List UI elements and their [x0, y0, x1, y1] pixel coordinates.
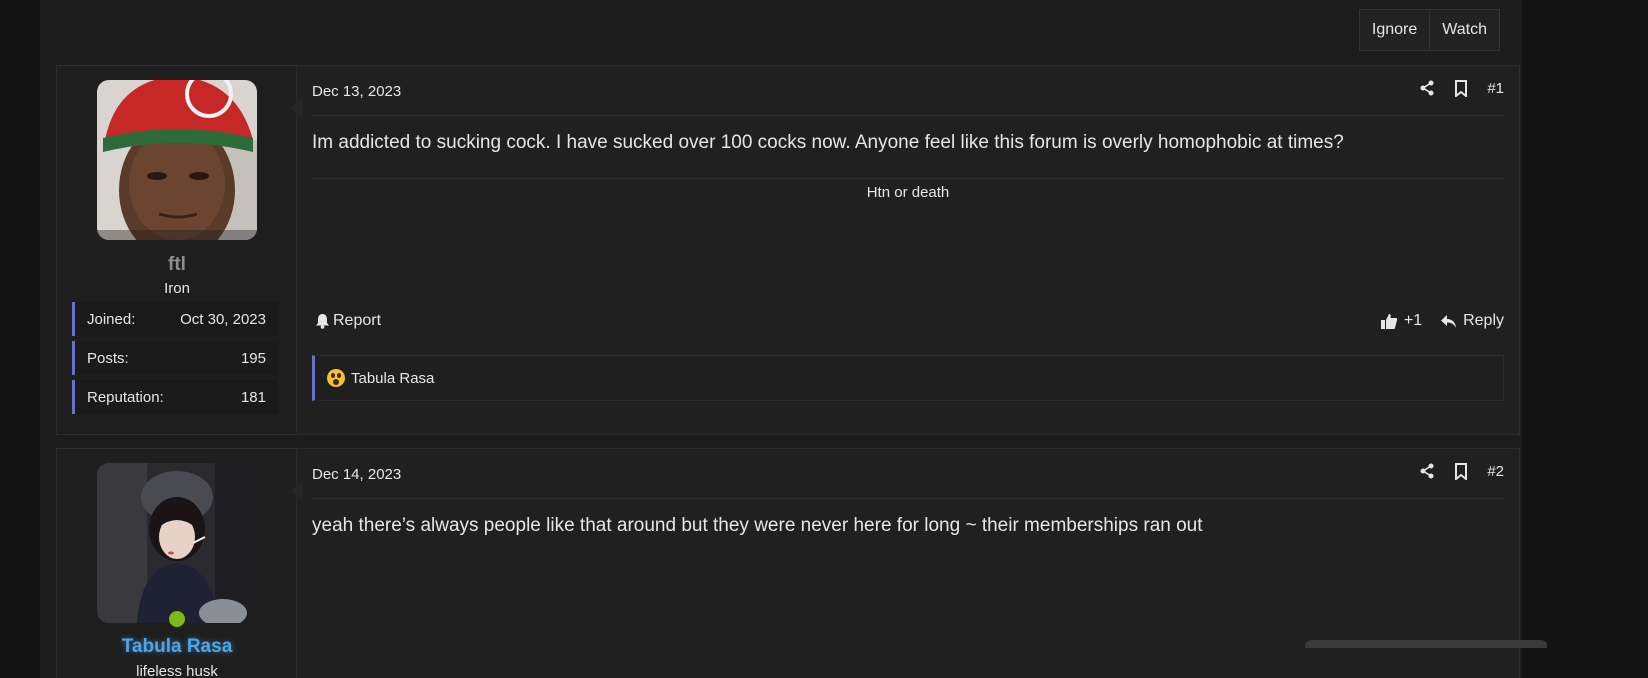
user-info: Tabula Rasa lifeless husk: [57, 449, 303, 678]
post-content: yeah there’s always people like that aro…: [312, 515, 1203, 536]
avatar[interactable]: [97, 80, 257, 240]
thread-page: Ignore Watch ftl Iron Joined: Oct 30, 20…: [40, 0, 1522, 678]
post-main: Dec 13, 2023 #1 Im addicted to sucking c…: [297, 66, 1519, 434]
stat-value: 181: [240, 388, 266, 406]
signature-divider: [312, 178, 1504, 179]
avatar-image: [97, 80, 257, 240]
user-stats: Joined: Oct 30, 2023 Posts: 195 Reputati…: [72, 302, 278, 419]
astonished-emoji-icon: [327, 369, 345, 387]
online-status-icon: [167, 609, 187, 629]
post-number[interactable]: #2: [1485, 463, 1504, 480]
like-count: +1: [1403, 312, 1423, 329]
report-label: Report: [333, 312, 382, 329]
share-icon[interactable]: [1417, 78, 1437, 98]
floating-panel-edge: [1305, 640, 1547, 648]
watch-button[interactable]: Watch: [1429, 10, 1499, 50]
stat-joined: Joined: Oct 30, 2023: [72, 302, 278, 336]
user-info: ftl Iron Joined: Oct 30, 2023 Posts: 195…: [57, 66, 303, 434]
post: ftl Iron Joined: Oct 30, 2023 Posts: 195…: [56, 65, 1520, 435]
bookmark-icon[interactable]: [1451, 461, 1471, 481]
user-title: Iron: [164, 280, 190, 297]
post-footer: Report +1 Reply: [312, 312, 1504, 342]
post: Tabula Rasa lifeless husk Dec 14, 2023 #…: [56, 448, 1520, 678]
stat-value: Oct 30, 2023: [180, 310, 266, 328]
thread-actions: Ignore Watch: [1358, 9, 1500, 51]
avatar[interactable]: [97, 463, 257, 623]
reply-button[interactable]: Reply: [1440, 312, 1504, 330]
reactions-bar[interactable]: Tabula Rasa: [312, 355, 1504, 401]
signature: Htn or death: [866, 184, 950, 201]
stat-value: 195: [240, 349, 266, 367]
post-header-actions: #1: [1417, 78, 1504, 98]
avatar-image: [97, 463, 257, 623]
post-date[interactable]: Dec 13, 2023: [312, 83, 401, 100]
share-icon[interactable]: [1417, 461, 1437, 481]
user-title: lifeless husk: [136, 663, 218, 678]
thumbs-up-icon: [1380, 313, 1398, 329]
post-number[interactable]: #1: [1485, 80, 1504, 97]
username[interactable]: ftl: [57, 254, 297, 276]
ignore-button[interactable]: Ignore: [1360, 10, 1429, 50]
stat-label: Posts:: [87, 349, 129, 367]
reaction-user[interactable]: Tabula Rasa: [351, 370, 434, 387]
like-button[interactable]: +1: [1380, 312, 1422, 330]
stat-posts: Posts: 195: [72, 341, 278, 375]
stat-label: Joined:: [87, 310, 136, 328]
username[interactable]: Tabula Rasa: [57, 636, 297, 658]
post-date[interactable]: Dec 14, 2023: [312, 466, 401, 483]
post-footer-actions: +1 Reply: [1380, 312, 1504, 330]
report-button[interactable]: Report: [315, 312, 381, 330]
stat-reputation: Reputation: 181: [72, 380, 278, 414]
post-header-actions: #2: [1417, 461, 1504, 481]
stat-label: Reputation:: [87, 388, 164, 406]
post-header: Dec 14, 2023 #2: [312, 449, 1504, 499]
reply-label: Reply: [1463, 312, 1504, 329]
reply-icon: [1441, 314, 1457, 328]
post-header: Dec 13, 2023 #1: [312, 66, 1504, 116]
post-content: Im addicted to sucking cock. I have suck…: [312, 132, 1344, 153]
bookmark-icon[interactable]: [1451, 78, 1471, 98]
bell-icon: [316, 314, 329, 329]
